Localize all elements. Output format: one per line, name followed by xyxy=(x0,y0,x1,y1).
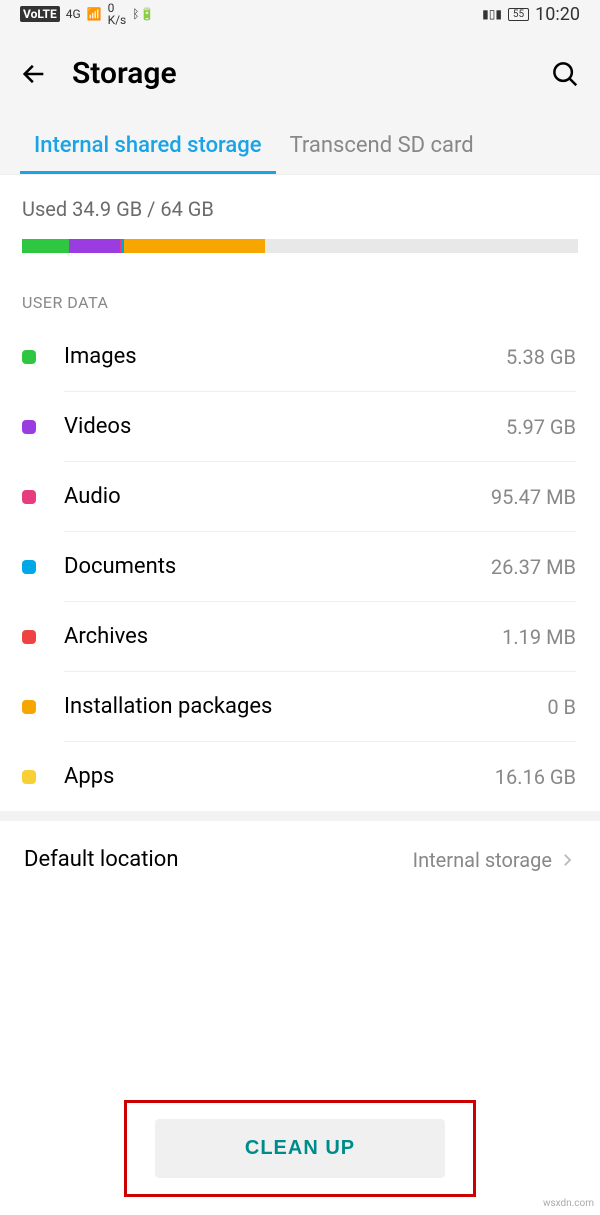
color-dot xyxy=(22,420,36,434)
default-location-label: Default location xyxy=(24,847,413,872)
battery-icon: 55 xyxy=(508,8,529,21)
category-size: 0 B xyxy=(547,695,576,719)
watermark: wsxdn.com xyxy=(543,1198,594,1209)
category-label: Installation packages xyxy=(64,694,547,719)
footer: CLEAN UP xyxy=(0,1100,600,1197)
search-icon[interactable] xyxy=(550,59,580,89)
signal-icon: 📶 xyxy=(87,7,102,21)
category-label: Documents xyxy=(64,554,491,579)
category-row[interactable]: Videos5.97 GB xyxy=(0,392,600,461)
tab-internal-storage[interactable]: Internal shared storage xyxy=(20,115,276,174)
status-bar: VoLTE 4G 📶 0 K/s ᛒ🔋 ▮▯▮ 55 10:20 xyxy=(0,0,600,28)
category-size: 16.16 GB xyxy=(495,765,576,789)
category-size: 95.47 MB xyxy=(491,485,576,509)
usage-bar xyxy=(22,239,578,253)
category-row[interactable]: Audio95.47 MB xyxy=(0,462,600,531)
bluetooth-icon: ᛒ🔋 xyxy=(132,7,154,21)
category-label: Images xyxy=(64,344,506,369)
highlight-box: CLEAN UP xyxy=(124,1100,476,1197)
category-label: Audio xyxy=(64,484,491,509)
color-dot xyxy=(22,770,36,784)
color-dot xyxy=(22,560,36,574)
category-size: 1.19 MB xyxy=(502,625,576,649)
usage-segment xyxy=(124,239,265,253)
usage-text: Used 34.9 GB / 64 GB xyxy=(22,197,578,221)
category-row[interactable]: Installation packages0 B xyxy=(0,672,600,741)
color-dot xyxy=(22,700,36,714)
clock: 10:20 xyxy=(535,4,580,25)
user-data-header: USER DATA xyxy=(0,279,600,322)
header: Storage xyxy=(0,28,600,115)
color-dot xyxy=(22,630,36,644)
signal-text: 4G xyxy=(66,7,81,21)
category-size: 26.37 MB xyxy=(491,555,576,579)
default-location-row[interactable]: Default location Internal storage xyxy=(0,821,600,898)
volte-badge: VoLTE xyxy=(20,6,60,22)
tabs: Internal shared storage Transcend SD car… xyxy=(0,115,600,175)
default-location-value: Internal storage xyxy=(413,848,552,872)
category-label: Archives xyxy=(64,624,502,649)
category-label: Apps xyxy=(64,764,495,789)
category-size: 5.97 GB xyxy=(506,415,576,439)
page-title: Storage xyxy=(72,56,177,91)
category-row[interactable]: Images5.38 GB xyxy=(0,322,600,391)
tab-sd-card[interactable]: Transcend SD card xyxy=(276,115,488,174)
color-dot xyxy=(22,350,36,364)
clean-up-button[interactable]: CLEAN UP xyxy=(155,1119,445,1178)
category-row[interactable]: Documents26.37 MB xyxy=(0,532,600,601)
category-label: Videos xyxy=(64,414,506,439)
usage-section: Used 34.9 GB / 64 GB xyxy=(0,175,600,279)
divider-gap xyxy=(0,811,600,821)
category-list: Images5.38 GBVideos5.97 GBAudio95.47 MBD… xyxy=(0,322,600,811)
category-size: 5.38 GB xyxy=(506,345,576,369)
usage-segment xyxy=(69,239,121,253)
vibrate-icon: ▮▯▮ xyxy=(482,7,502,21)
category-row[interactable]: Archives1.19 MB xyxy=(0,602,600,671)
usage-segment xyxy=(22,239,69,253)
color-dot xyxy=(22,490,36,504)
chevron-right-icon xyxy=(558,851,576,869)
category-row[interactable]: Apps16.16 GB xyxy=(0,742,600,811)
speed-bottom: K/s xyxy=(108,14,127,26)
back-icon[interactable] xyxy=(20,60,48,88)
